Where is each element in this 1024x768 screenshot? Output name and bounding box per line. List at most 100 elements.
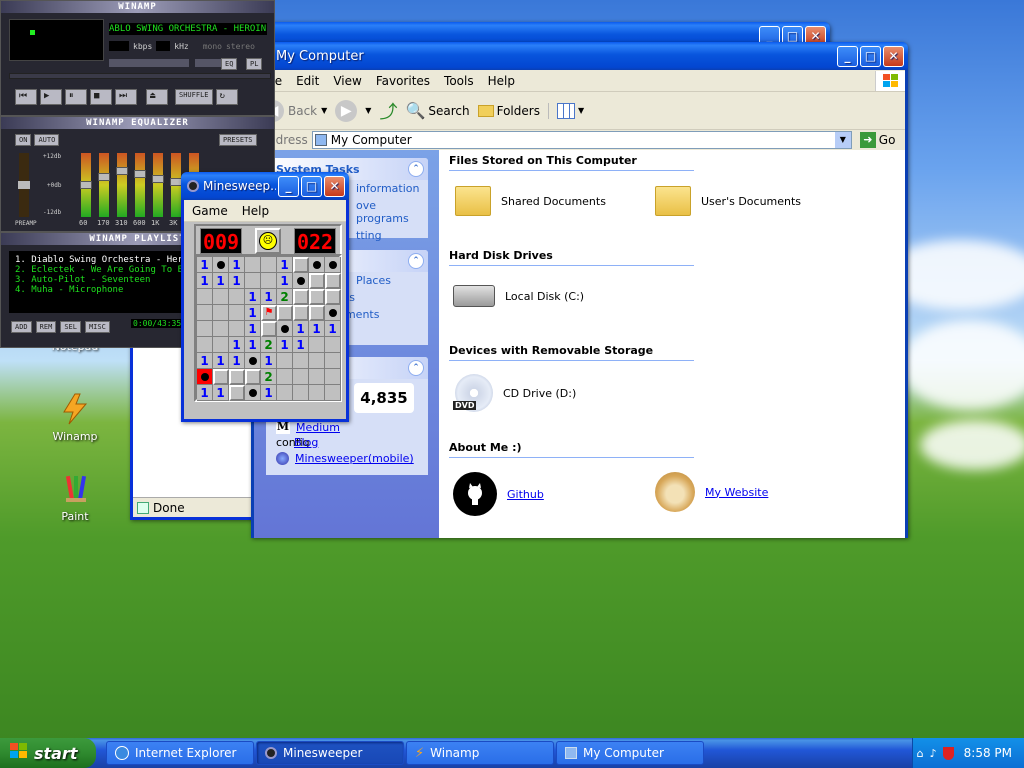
revealed-cell[interactable]: 1 [229, 257, 245, 273]
search-button[interactable]: 🔍 Search [405, 101, 469, 120]
revealed-cell[interactable] [213, 289, 229, 305]
repeat-icon[interactable]: ↻ [215, 89, 238, 105]
revealed-cell[interactable]: 1 [197, 353, 213, 369]
start-button[interactable]: start [0, 738, 96, 768]
mine-icon[interactable] [325, 305, 341, 321]
revealed-cell[interactable] [197, 337, 213, 353]
speaker-icon[interactable]: ♪ [930, 747, 937, 760]
revealed-cell[interactable] [197, 321, 213, 337]
exploded-mine-icon[interactable] [197, 369, 213, 385]
eject-icon[interactable]: ⏏ [146, 89, 168, 105]
revealed-cell[interactable] [245, 273, 261, 289]
revealed-cell[interactable] [261, 273, 277, 289]
up-folder-icon[interactable]: ⤴ [379, 98, 397, 124]
forward-arrow-icon[interactable]: ▶ [335, 99, 358, 122]
revealed-cell[interactable]: 1 [213, 353, 229, 369]
unrevealed-cell[interactable] [309, 305, 325, 321]
revealed-cell[interactable]: 1 [309, 321, 325, 337]
revealed-cell[interactable]: 1 [293, 321, 309, 337]
menu-favorites[interactable]: Favorites [376, 74, 430, 88]
eq-band-knob[interactable] [80, 181, 92, 189]
folders-button[interactable]: Folders [477, 104, 540, 118]
unrevealed-cell[interactable] [293, 257, 309, 273]
minimize-button[interactable]: _ [837, 45, 858, 67]
revealed-cell[interactable]: 1 [213, 385, 229, 401]
revealed-cell[interactable]: 1 [261, 353, 277, 369]
eq-presets-button[interactable]: PRESETS [219, 134, 257, 146]
close-button[interactable]: ✕ [324, 175, 345, 197]
previous-icon[interactable]: ⏮ [15, 89, 37, 105]
revealed-cell[interactable]: 1 [293, 337, 309, 353]
minimize-button[interactable]: _ [278, 175, 299, 197]
unrevealed-cell[interactable] [277, 305, 293, 321]
revealed-cell[interactable] [229, 321, 245, 337]
chevron-up-icon[interactable]: ⌃ [408, 253, 424, 269]
revealed-cell[interactable]: 2 [277, 289, 293, 305]
winamp-titlebar[interactable]: WINAMP [1, 1, 274, 13]
my-computer-window[interactable]: My Computer _ □ ✕ File Edit View Favorit… [251, 42, 908, 538]
unrevealed-cell[interactable] [229, 385, 245, 401]
explorer-titlebar[interactable]: My Computer _ □ ✕ [251, 42, 908, 70]
chevron-up-icon[interactable]: ⌃ [408, 161, 424, 177]
menu-view[interactable]: View [333, 74, 361, 88]
mine-icon[interactable] [293, 273, 309, 289]
mine-icon[interactable] [213, 257, 229, 273]
revealed-cell[interactable] [245, 257, 261, 273]
equalizer-titlebar[interactable]: WINAMP EQUALIZER [1, 117, 274, 129]
menu-edit[interactable]: Edit [296, 74, 319, 88]
task-internet-explorer[interactable]: Internet Explorer [106, 741, 254, 765]
mine-icon[interactable] [277, 321, 293, 337]
revealed-cell[interactable]: 2 [261, 369, 277, 385]
task-minesweeper[interactable]: Minesweeper [256, 741, 404, 765]
my-website-item[interactable]: My Website [655, 472, 768, 512]
address-input[interactable]: My Computer ▼ [311, 131, 852, 149]
unrevealed-cell[interactable] [293, 289, 309, 305]
eq-band-slider[interactable] [152, 153, 164, 217]
revealed-cell[interactable] [277, 385, 293, 401]
revealed-cell[interactable] [197, 305, 213, 321]
eq-band-slider[interactable] [134, 153, 146, 217]
eq-auto-button[interactable]: AUTO [34, 134, 60, 146]
maximize-button[interactable]: □ [860, 45, 881, 67]
close-button[interactable]: ✕ [883, 45, 904, 67]
volume-slider[interactable] [109, 59, 189, 67]
revealed-cell[interactable] [309, 353, 325, 369]
revealed-cell[interactable] [213, 321, 229, 337]
play-icon[interactable]: ▶ [40, 89, 62, 105]
revealed-cell[interactable]: 1 [245, 321, 261, 337]
network-icon[interactable]: ⌂ [917, 747, 924, 760]
revealed-cell[interactable] [309, 369, 325, 385]
revealed-cell[interactable]: 1 [229, 337, 245, 353]
eq-band-slider[interactable] [170, 153, 182, 217]
revealed-cell[interactable]: 1 [213, 273, 229, 289]
misc-button[interactable]: MISC [84, 321, 110, 333]
revealed-cell[interactable] [309, 385, 325, 401]
revealed-cell[interactable] [213, 337, 229, 353]
revealed-cell[interactable] [309, 337, 325, 353]
smiley-face-button[interactable]: ☹ [255, 228, 281, 254]
chevron-down-icon[interactable]: ▼ [834, 132, 851, 148]
minesweeper-mobile-link[interactable]: Minesweeper(mobile) [295, 452, 414, 465]
unrevealed-cell[interactable] [261, 321, 277, 337]
revealed-cell[interactable] [213, 305, 229, 321]
task-my-computer[interactable]: My Computer [556, 741, 704, 765]
unrevealed-cell[interactable] [293, 305, 309, 321]
cd-drive-item[interactable]: DVD CD Drive (D:) [453, 374, 576, 412]
github-link[interactable]: Github [507, 488, 544, 501]
minesweeper-titlebar[interactable]: Minesweep... _ □ ✕ [181, 172, 349, 200]
seek-bar[interactable] [9, 73, 271, 79]
revealed-cell[interactable]: 1 [277, 257, 293, 273]
menu-help[interactable]: Help [488, 74, 515, 88]
eq-band-slider[interactable] [116, 153, 128, 217]
user-documents-item[interactable]: User's Documents [655, 186, 801, 216]
revealed-cell[interactable]: 2 [261, 337, 277, 353]
revealed-cell[interactable]: 1 [229, 353, 245, 369]
medium-link-row[interactable]: M Medium [276, 420, 340, 434]
revealed-cell[interactable]: 1 [245, 305, 261, 321]
revealed-cell[interactable] [325, 369, 341, 385]
chevron-up-icon[interactable]: ⌃ [408, 360, 424, 376]
chevron-down-icon[interactable]: ▼ [365, 106, 371, 115]
unrevealed-cell[interactable] [309, 273, 325, 289]
revealed-cell[interactable] [277, 369, 293, 385]
winamp-main-window[interactable]: WINAMP ABLO SWING ORCHESTRA - HEROINES k… [0, 0, 275, 116]
